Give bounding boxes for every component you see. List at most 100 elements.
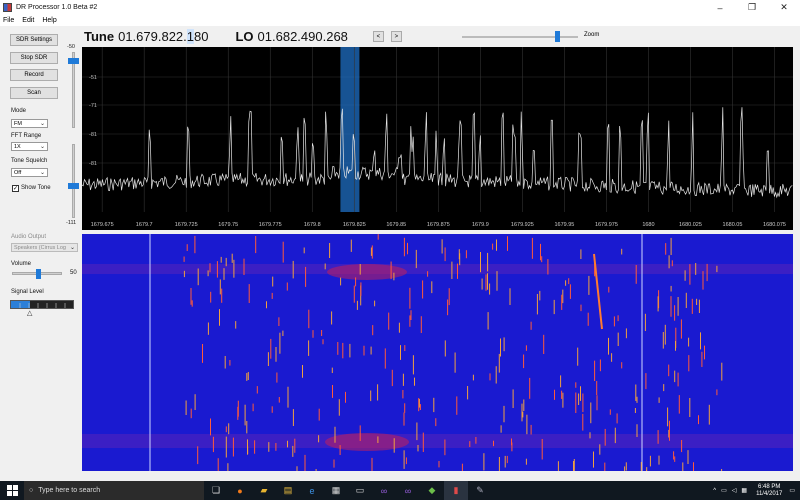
tone-squelch-value: Off [14, 169, 22, 176]
volume-icon[interactable]: ◁ [732, 487, 737, 494]
volume-slider[interactable] [12, 269, 62, 279]
range-top-slider[interactable] [68, 52, 79, 128]
menu-edit[interactable]: Edit [22, 17, 34, 24]
stop-sdr-button[interactable]: Stop SDR [10, 52, 58, 64]
sdr-settings-button[interactable]: SDR Settings [10, 34, 58, 46]
visual-studio-2-icon[interactable]: ∞ [396, 481, 420, 500]
x-tick-label: 1679.75 [218, 222, 238, 228]
y-tick-label: -71 [89, 103, 97, 109]
terminal-icon[interactable]: ▭ [348, 481, 372, 500]
x-tick-label: 1679.825 [343, 222, 366, 228]
chevron-down-icon: ⌄ [69, 245, 75, 251]
x-tick-label: 1679.875 [427, 222, 450, 228]
audio-output-label: Audio Output [11, 234, 47, 240]
visual-studio-icon[interactable]: ∞ [372, 481, 396, 500]
x-tick-label: 1679.925 [511, 222, 534, 228]
title-bar: DR Processor 1.0 Beta #2 – ❐ ✕ [0, 0, 800, 15]
tune-digits-a: 01.679.822. [118, 29, 187, 44]
menu-help[interactable]: Help [42, 17, 56, 24]
waterfall-hotspot [325, 433, 409, 451]
file-explorer-icon[interactable]: ▤ [276, 481, 300, 500]
audio-output-select[interactable]: Speakers (Cirrus Log ⌄ [11, 243, 78, 252]
spectrum-plot: 1679.675 1679.7 1679.725 1679.75 1679.775 167… [82, 47, 793, 228]
menu-file[interactable]: File [3, 17, 14, 24]
waterfall-band [82, 264, 793, 274]
taskbar-search[interactable]: ○ Type here to search [24, 481, 204, 500]
edge-icon[interactable]: e [300, 481, 324, 500]
signal-level-label: Signal Level [11, 289, 44, 295]
notification-icon[interactable]: ▭ [789, 487, 795, 494]
tone-squelch-label: Tone Squelch [11, 158, 48, 164]
scan-button[interactable]: Scan [10, 87, 58, 99]
scale-bottom-label: -111 [66, 220, 77, 226]
range-bottom-slider[interactable] [68, 144, 79, 218]
waterfall-band [82, 434, 793, 448]
app-icon-generic[interactable]: ✎ [468, 481, 492, 500]
tuner-bar: Tune 01.679.822.180 LO 01.682.490.268 < … [82, 26, 800, 47]
control-panel: SDR Settings Stop SDR Record Scan -50 -1… [0, 26, 82, 474]
keyboard-icon[interactable]: ▦ [741, 487, 747, 494]
x-tick-label: 1679.95 [554, 222, 574, 228]
minimize-button[interactable]: – [704, 0, 736, 15]
chevron-up-icon[interactable]: ^ [713, 488, 716, 494]
prev-button[interactable]: < [372, 31, 384, 42]
zoom-slider[interactable] [462, 36, 578, 38]
fft-range-label: FFT Range [11, 133, 42, 139]
menu-bar: File Edit Help [0, 15, 800, 26]
folder-icon[interactable]: ▰ [252, 481, 276, 500]
zoom-thumb[interactable] [555, 31, 561, 42]
tune-digits-b: 80 [194, 29, 209, 44]
x-tick-label: 1679.9 [472, 222, 489, 228]
chevron-down-icon: ⌄ [39, 121, 45, 127]
start-button[interactable] [0, 481, 24, 500]
x-tick-label: 1679.85 [386, 222, 406, 228]
x-tick-label: 1679.775 [259, 222, 282, 228]
clock[interactable]: 6:48 PM 11/4/2017 [756, 484, 782, 498]
lo-frequency[interactable]: 01.682.490.268 [258, 29, 348, 44]
range-bottom-thumb[interactable] [68, 183, 79, 189]
tone-squelch-select[interactable]: Off ⌄ [11, 168, 48, 177]
taskbar: ○ Type here to search ❏ ● ▰ ▤ e ▦ ▭ ∞ ∞ … [0, 481, 800, 500]
task-view-icon[interactable]: ❏ [204, 481, 228, 500]
maximize-button[interactable]: ❐ [736, 0, 768, 15]
y-tick-label: -51 [89, 75, 97, 81]
fft-range-value: 1X [14, 143, 21, 150]
scale-top-label: -50 [67, 44, 75, 50]
app-icon-green[interactable]: ◆ [420, 481, 444, 500]
windows-icon [6, 485, 18, 496]
window-title: DR Processor 1.0 Beta #2 [16, 4, 98, 11]
waterfall-display[interactable] [82, 234, 793, 471]
volume-thumb[interactable] [36, 269, 41, 279]
checkmark-icon: ✓ [13, 186, 19, 192]
close-button[interactable]: ✕ [768, 0, 800, 15]
tune-digit-selected[interactable]: 1 [186, 29, 195, 44]
mode-select[interactable]: FM ⌄ [11, 119, 48, 128]
lo-label: LO [235, 29, 254, 44]
fft-range-select[interactable]: 1X ⌄ [11, 142, 48, 151]
network-icon[interactable]: ▭ [721, 487, 727, 494]
tune-frequency[interactable]: 01.679.822.180 [118, 29, 208, 44]
triangle-marker-icon: △ [27, 310, 33, 317]
x-tick-label: 1680.075 [763, 222, 786, 228]
record-button[interactable]: Record [10, 69, 58, 81]
x-tick-label: 1679.8 [304, 222, 321, 228]
system-tray: ^ ▭ ◁ ▦ 6:48 PM 11/4/2017 ▭ [713, 481, 795, 500]
range-top-thumb[interactable] [68, 58, 79, 64]
spectrum-trace [82, 107, 793, 199]
chevron-down-icon: ⌄ [39, 144, 45, 150]
firefox-icon[interactable]: ● [228, 481, 252, 500]
x-tick-label: 1680.05 [723, 222, 743, 228]
show-tone-label: Show Tone [21, 185, 51, 191]
dr-processor-taskbar-icon[interactable]: ▮ [444, 481, 468, 500]
clock-time: 6:48 PM [758, 483, 781, 490]
signal-ticks [19, 303, 66, 308]
x-tick-label: 1679.725 [175, 222, 198, 228]
chevron-down-icon: ⌄ [39, 170, 45, 176]
x-tick-label: 1680 [642, 222, 654, 228]
store-icon[interactable]: ▦ [324, 481, 348, 500]
mode-value: FM [14, 120, 22, 127]
clock-date: 11/4/2017 [756, 490, 783, 497]
show-tone-checkbox[interactable]: ✓ [12, 185, 19, 192]
spectrum-display[interactable]: 1679.675 1679.7 1679.725 1679.75 1679.775 167… [82, 47, 793, 230]
next-button[interactable]: > [390, 31, 402, 42]
